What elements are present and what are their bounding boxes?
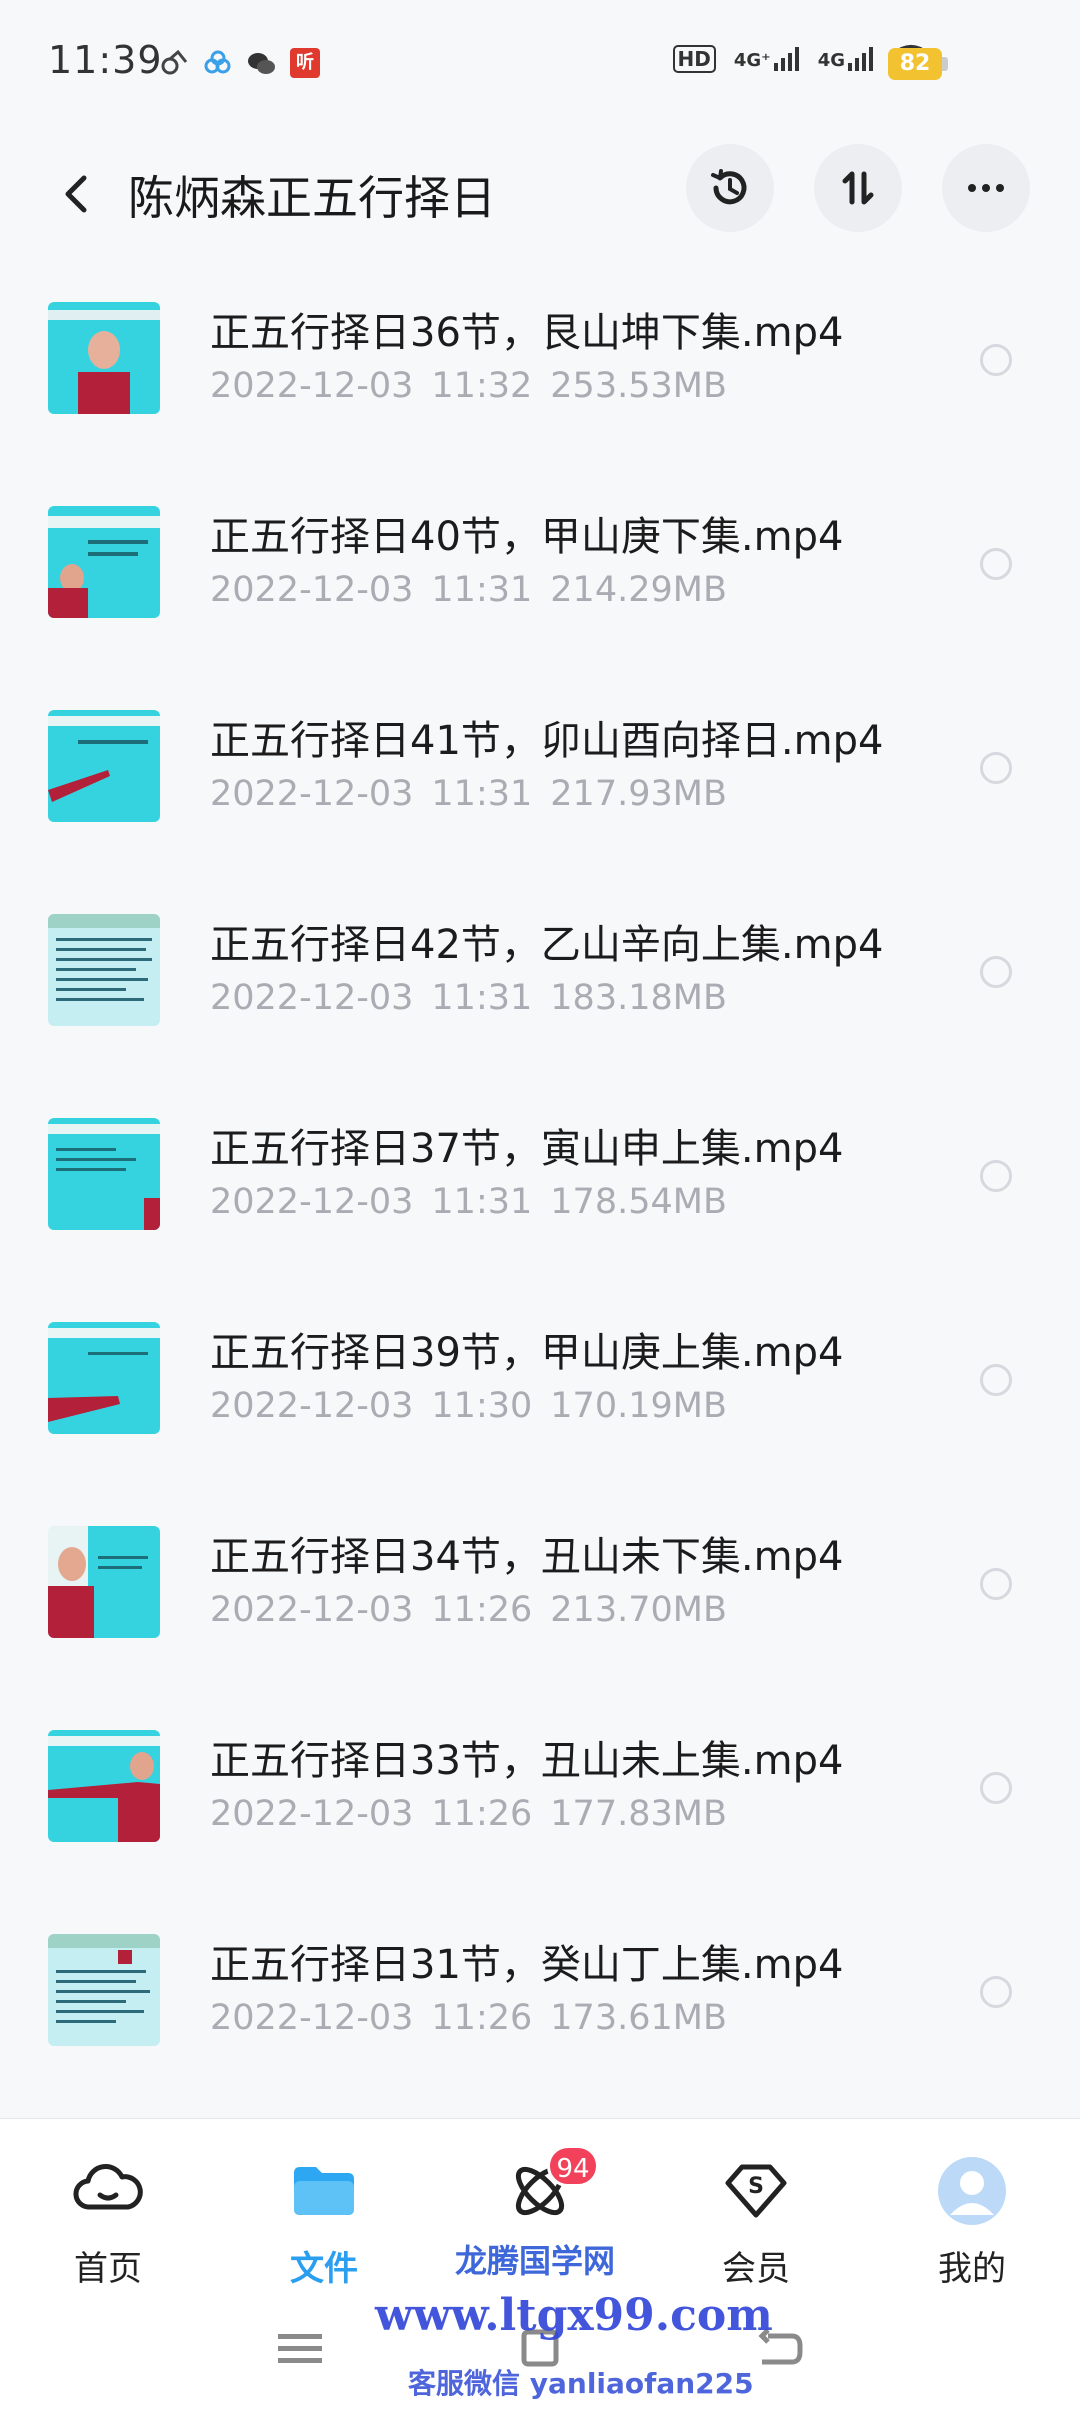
video-thumbnail [48, 1526, 160, 1638]
video-thumbnail [48, 302, 160, 414]
status-time: 11:39 [48, 38, 163, 82]
file-meta: 2022-12-03 11:30 170.19MB [210, 1386, 727, 1426]
wechat-notification-icon [248, 53, 275, 74]
select-radio[interactable] [980, 1976, 1012, 2008]
file-meta: 2022-12-03 11:26 177.83MB [210, 1794, 727, 1834]
file-name: 正五行择日31节，癸山丁上集.mp4 [210, 1942, 844, 1988]
select-radio[interactable] [980, 1364, 1012, 1396]
menu-icon[interactable] [270, 2318, 330, 2378]
select-radio[interactable] [980, 956, 1012, 988]
signal-icon [773, 47, 799, 71]
select-radio[interactable] [980, 344, 1012, 376]
more-icon [968, 184, 1004, 192]
hd-indicator: HD [672, 45, 716, 73]
watermark-url: www.ltgx99.com [375, 2290, 773, 2341]
file-name: 正五行择日33节，丑山未上集.mp4 [210, 1738, 844, 1784]
page-title: 陈炳森正五行择日 [128, 171, 496, 225]
sim1-indicator: 4G⁺ [734, 47, 800, 71]
select-radio[interactable] [980, 1568, 1012, 1600]
select-radio[interactable] [980, 752, 1012, 784]
video-thumbnail [48, 506, 160, 618]
video-thumbnail [48, 1730, 160, 1842]
video-thumbnail [48, 1118, 160, 1230]
list-item[interactable]: 正五行择日42节，乙山辛向上集.mp4 2022-12-03 11:31 183.1… [0, 882, 1080, 1086]
video-thumbnail [48, 1322, 160, 1434]
back-icon[interactable] [52, 168, 104, 220]
file-name: 正五行择日41节，卯山酉向择日.mp4 [210, 718, 884, 764]
signal-icon [848, 47, 873, 71]
file-meta: 2022-12-03 11:26 173.61MB [210, 1998, 727, 2038]
status-bar: 11:39 听 HD 4G⁺ 4G 82 [0, 0, 1080, 120]
sort-icon [842, 171, 874, 205]
file-meta: 2022-12-03 11:31 214.29MB [210, 570, 727, 610]
file-meta: 2022-12-03 11:31 183.18MB [210, 978, 727, 1018]
list-item[interactable]: 正五行择日41节，卯山酉向择日.mp4 2022-12-03 11:31 217.9… [0, 678, 1080, 882]
video-thumbnail [48, 710, 160, 822]
more-button[interactable] [942, 144, 1030, 232]
file-name: 正五行择日39节，甲山庚上集.mp4 [210, 1330, 844, 1376]
video-thumbnail [48, 914, 160, 1026]
cloud-notification-icon [204, 50, 231, 74]
list-item[interactable]: 正五行择日33节，丑山未上集.mp4 2022-12-03 11:26 177.83… [0, 1698, 1080, 1902]
sim2-indicator: 4G [818, 47, 874, 71]
battery-tip [942, 57, 948, 71]
news-notification-icon: 听 [290, 48, 320, 78]
select-radio[interactable] [980, 1772, 1012, 1804]
list-item[interactable]: 正五行择日31节，癸山丁上集.mp4 2022-12-03 11:26 173.61… [0, 1902, 1080, 2106]
file-meta: 2022-12-03 11:31 178.54MB [210, 1182, 727, 1222]
file-meta: 2022-12-03 11:31 217.93MB [210, 774, 727, 814]
file-list: 正五行择日36节，艮山坤下集.mp4 2022-12-03 11:32 253.53… [0, 270, 1080, 2106]
history-button[interactable] [686, 144, 774, 232]
sort-button[interactable] [814, 144, 902, 232]
video-thumbnail [48, 1934, 160, 2046]
file-name: 正五行择日42节，乙山辛向上集.mp4 [210, 922, 884, 968]
watermark-contact: 客服微信 yanliaofan225 [408, 2367, 754, 2400]
list-item[interactable]: 正五行择日36节，艮山坤下集.mp4 2022-12-03 11:32 253.53… [0, 270, 1080, 474]
title-bar: 陈炳森正五行择日 [0, 140, 1080, 250]
app-notification-icon [161, 49, 188, 75]
file-meta: 2022-12-03 11:32 253.53MB [210, 366, 727, 406]
list-item[interactable]: 正五行择日34节，丑山未下集.mp4 2022-12-03 11:26 213.70… [0, 1494, 1080, 1698]
history-icon [711, 169, 747, 205]
list-item[interactable]: 正五行择日37节，寅山申上集.mp4 2022-12-03 11:31 178.54… [0, 1086, 1080, 1290]
select-radio[interactable] [980, 1160, 1012, 1192]
select-radio[interactable] [980, 548, 1012, 580]
file-meta: 2022-12-03 11:26 213.70MB [210, 1590, 727, 1630]
list-item[interactable]: 正五行择日39节，甲山庚上集.mp4 2022-12-03 11:30 170.19… [0, 1290, 1080, 1494]
file-name: 正五行择日36节，艮山坤下集.mp4 [210, 310, 844, 356]
file-name: 正五行择日34节，丑山未下集.mp4 [210, 1534, 844, 1580]
list-item[interactable]: 正五行择日40节，甲山庚下集.mp4 2022-12-03 11:31 214.29… [0, 474, 1080, 678]
battery-indicator: 82 [888, 48, 942, 80]
file-name: 正五行择日40节，甲山庚下集.mp4 [210, 514, 844, 560]
file-name: 正五行择日37节，寅山申上集.mp4 [210, 1126, 844, 1172]
watermark-text: 龙腾国学网 [455, 2242, 616, 2280]
